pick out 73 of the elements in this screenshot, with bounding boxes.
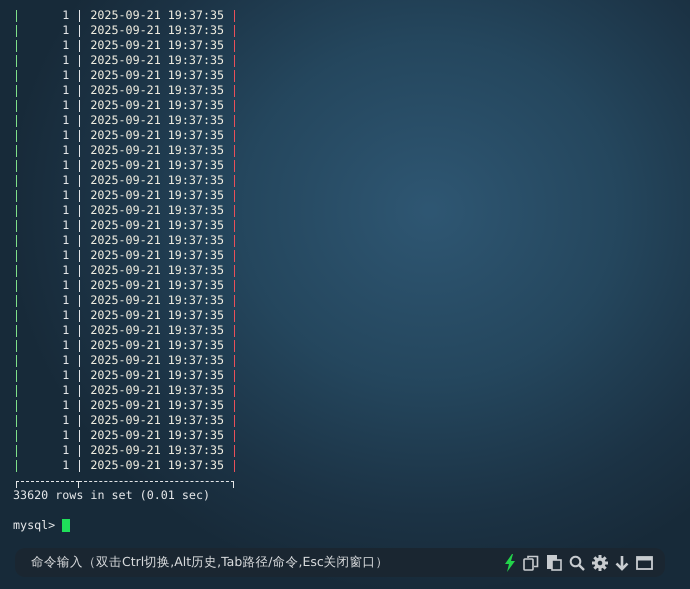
table-cell-text: 2025-09-21 19:37:35 (89, 233, 226, 248)
table-cell-text: 1 (61, 443, 70, 458)
table-cell-text: 2025-09-21 19:37:35 (89, 173, 226, 188)
table-cell-text: 1 (61, 188, 70, 203)
table-cell-text: 2025-09-21 19:37:35 (89, 23, 226, 38)
down-arrow-icon[interactable] (615, 554, 629, 570)
table-cell-text: 2025-09-21 19:37:35 (89, 128, 226, 143)
table-cell-text: 1 (61, 218, 70, 233)
table-cell-text: 1 (61, 233, 70, 248)
copy-icon[interactable] (523, 554, 539, 570)
table-cell-text: 1 (61, 308, 70, 323)
table-cell-text: 2025-09-21 19:37:35 (89, 203, 226, 218)
table-cell-text: 1 (61, 458, 70, 473)
window-icon[interactable] (636, 556, 653, 570)
table-cell-text: 2025-09-21 19:37:35 (89, 38, 226, 53)
table-cell-text: 2025-09-21 19:37:35 (89, 53, 226, 68)
table-cell-text: 1 (61, 23, 70, 38)
table-cell-text: 1 (61, 413, 70, 428)
table-cell-text: 2025-09-21 19:37:35 (89, 338, 226, 353)
table-cell-text: 1 (61, 278, 70, 293)
table-cell-text: 1 (61, 263, 70, 278)
search-icon[interactable] (569, 554, 585, 570)
command-input[interactable]: 命令输入（双击Ctrl切换,Alt历史,Tab路径/命令,Esc关闭窗口） (31, 554, 389, 571)
table-cell-text: 1 (61, 383, 70, 398)
table-cell-text: 1 (61, 98, 70, 113)
table-cell-text: 2025-09-21 19:37:35 (89, 158, 226, 173)
table-cell-text: 1 (61, 323, 70, 338)
table-cell-text: 1 (61, 143, 70, 158)
table-cell-text: 2025-09-21 19:37:35 (89, 323, 226, 338)
text-cursor (62, 519, 70, 532)
table-cell-text: 2025-09-21 19:37:35 (89, 443, 226, 458)
table-cell-text: 2025-09-21 19:37:35 (89, 428, 226, 443)
table-cell-text: 2025-09-21 19:37:35 (89, 263, 226, 278)
table-cell-text: 1 (61, 338, 70, 353)
table-cell-text: 2025-09-21 19:37:35 (89, 68, 226, 83)
prompt: mysql> (13, 518, 56, 533)
table-cell-text: 2025-09-21 19:37:35 (89, 413, 226, 428)
table-cell-text: 2025-09-21 19:37:35 (89, 113, 226, 128)
table-cell-text: 1 (61, 53, 70, 68)
table-cell-text: 2025-09-21 19:37:35 (89, 368, 226, 383)
table-cell-text: 2025-09-21 19:37:35 (89, 383, 226, 398)
table-cell-text: 2025-09-21 19:37:35 (89, 8, 226, 23)
table-cell-text: 2025-09-21 19:37:35 (89, 293, 226, 308)
table-cell-text: 2025-09-21 19:37:35 (89, 98, 226, 113)
table-cell-text: 1 (61, 158, 70, 173)
table-cell-text: 1 (61, 203, 70, 218)
table-cell-text: 2025-09-21 19:37:35 (89, 248, 226, 263)
lightning-icon[interactable] (504, 554, 516, 572)
table-cell-text: 1 (61, 293, 70, 308)
table-cell-text: 2025-09-21 19:37:35 (89, 353, 226, 368)
table-cell-text: 2025-09-21 19:37:35 (89, 83, 226, 98)
table-cell-text: 1 (61, 38, 70, 53)
table-cell-text: 2025-09-21 19:37:35 (89, 398, 226, 413)
table-cell-text: 1 (61, 173, 70, 188)
table-cell-text: 2025-09-21 19:37:35 (89, 278, 226, 293)
table-cell-text: 2025-09-21 19:37:35 (89, 218, 226, 233)
table-cell-text: 1 (61, 248, 70, 263)
table-cell-text: 1 (61, 398, 70, 413)
table-cell-text: 1 (61, 353, 70, 368)
table-cell-text: 1 (61, 8, 70, 23)
table-cell-text: 1 (61, 428, 70, 443)
settings-icon[interactable] (592, 554, 608, 570)
table-cell-text: 1 (61, 68, 70, 83)
table-cell-text: 1 (61, 128, 70, 143)
table-cell-text: 2025-09-21 19:37:35 (89, 308, 226, 323)
table-cell-text: 1 (61, 368, 70, 383)
table-cell-text: 2025-09-21 19:37:35 (89, 458, 226, 473)
paste-icon[interactable] (546, 554, 562, 571)
table-cell-text: 2025-09-21 19:37:35 (89, 188, 226, 203)
table-cell-text: 2025-09-21 19:37:35 (89, 143, 226, 158)
table-cell-text: 1 (61, 83, 70, 98)
result-summary: 33620 rows in set (0.01 sec) (13, 488, 212, 503)
table-cell-text: 1 (61, 113, 70, 128)
